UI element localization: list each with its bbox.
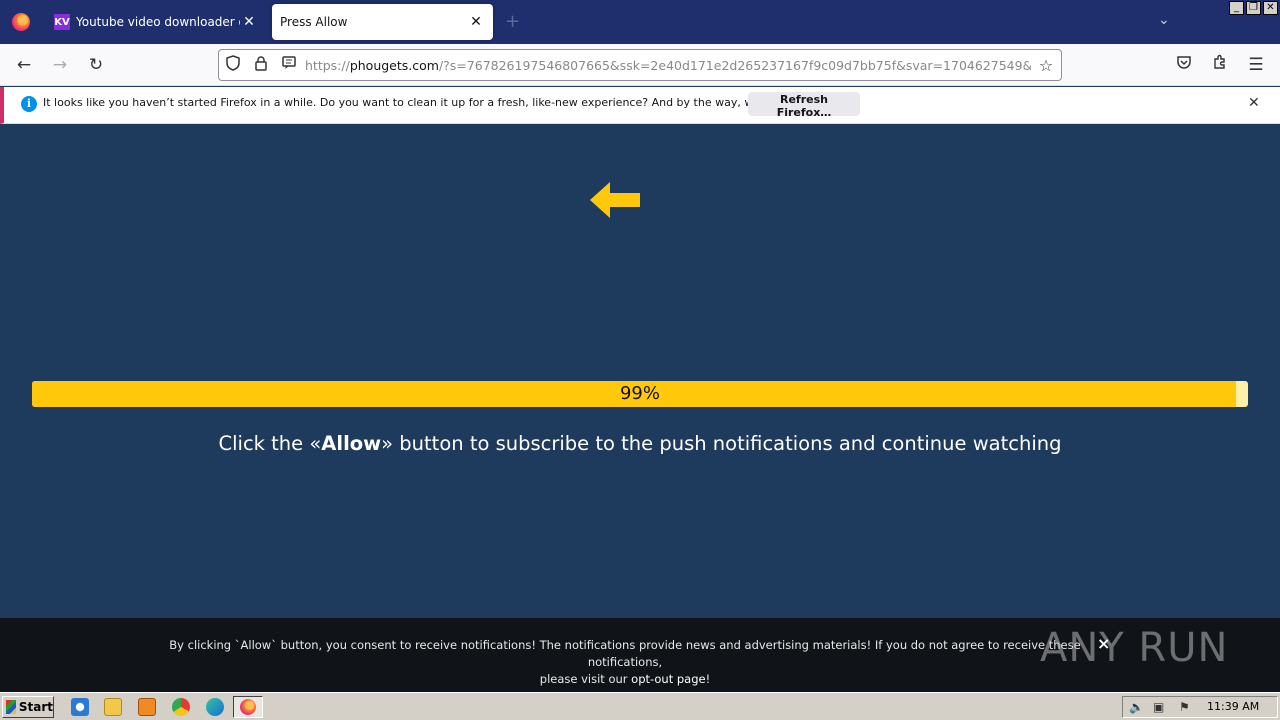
firefox-icon <box>12 13 30 31</box>
url-text: https://phougets.com/?s=7678261975468076… <box>305 57 1031 73</box>
tab-title: Press Allow <box>280 15 348 29</box>
url-bar[interactable]: https://phougets.com/?s=7678261975468076… <box>218 49 1062 81</box>
kv-favicon-icon: KV <box>54 14 70 30</box>
close-tab-icon[interactable]: ✕ <box>467 14 485 30</box>
progress-label: 99% <box>619 383 660 404</box>
refresh-firefox-button[interactable]: Refresh Firefox… <box>748 92 860 119</box>
clock: 11:39 AM <box>1207 700 1260 713</box>
navigation-toolbar: ← → ↻ https://phougets.com/?s=7678261975… <box>0 44 1280 86</box>
chrome-icon[interactable] <box>172 698 190 716</box>
restore-button[interactable]: ❐ <box>1246 1 1261 15</box>
consent-banner: By clicking `Allow` button, you consent … <box>0 618 1280 692</box>
volume-icon[interactable]: 🔈 <box>1129 700 1144 714</box>
taskbar: Start 🔈 ▣ ⚑ 11:39 AM <box>0 692 1280 720</box>
close-banner-icon[interactable]: × <box>1097 634 1110 653</box>
permissions-icon[interactable] <box>275 56 303 74</box>
pocket-icon[interactable] <box>1172 53 1196 77</box>
action-center-flag-icon[interactable]: ⚑ <box>1179 700 1190 714</box>
forward-arrow-icon[interactable]: → <box>48 53 72 77</box>
close-tab-icon[interactable]: ✕ <box>240 14 258 30</box>
lock-icon[interactable] <box>247 55 275 75</box>
progress-bar: 99% <box>32 381 1248 407</box>
reload-icon[interactable]: ↻ <box>84 53 108 77</box>
arrow-left-icon <box>590 182 640 218</box>
edge-icon[interactable] <box>206 698 224 716</box>
firefox-icon <box>240 699 256 715</box>
opt-out-link[interactable]: opt-out page <box>631 672 705 686</box>
new-tab-button[interactable]: + <box>505 11 520 32</box>
anyrun-watermark: ANY RUN <box>1040 625 1229 671</box>
info-icon: i <box>21 96 37 112</box>
minimize-button[interactable]: _ <box>1229 1 1244 15</box>
internet-explorer-icon[interactable] <box>71 698 89 716</box>
firefox-taskbar-button[interactable] <box>233 696 263 718</box>
tab-title: Youtube video downloader online. D <box>76 15 240 29</box>
file-explorer-icon[interactable] <box>104 698 122 716</box>
close-window-button[interactable]: ✕ <box>1263 1 1278 15</box>
start-button[interactable]: Start <box>2 696 54 718</box>
firefox-notification-bar: i It looks like you haven’t started Fire… <box>0 87 1280 124</box>
back-arrow-icon[interactable]: ← <box>12 53 36 77</box>
call-to-action-text: Click the «Allow» button to subscribe to… <box>218 432 1062 455</box>
network-icon[interactable]: ▣ <box>1153 700 1164 714</box>
hamburger-menu-icon[interactable]: ☰ <box>1244 53 1268 77</box>
firefox-menu-button[interactable] <box>0 0 42 44</box>
page-content: 99% Click the «Allow» button to subscrib… <box>0 125 1280 618</box>
notification-message: It looks like you haven’t started Firefo… <box>43 96 828 109</box>
tab-youtube-downloader[interactable]: KV Youtube video downloader online. D ✕ <box>46 4 266 40</box>
media-player-icon[interactable] <box>138 698 156 716</box>
windows-flag-icon <box>6 700 16 714</box>
tab-press-allow[interactable]: Press Allow ✕ <box>272 4 493 40</box>
consent-text: By clicking `Allow` button, you consent … <box>169 638 1081 686</box>
tracking-shield-icon[interactable] <box>219 55 247 75</box>
system-tray: 🔈 ▣ ⚑ 11:39 AM <box>1122 696 1278 718</box>
extensions-icon[interactable] <box>1208 53 1232 77</box>
tab-strip: KV Youtube video downloader online. D ✕ … <box>0 0 1280 44</box>
close-notification-icon[interactable]: ✕ <box>1248 95 1260 111</box>
bookmark-star-icon[interactable]: ☆ <box>1031 56 1061 75</box>
list-all-tabs-icon[interactable]: ⌄ <box>1158 12 1170 28</box>
